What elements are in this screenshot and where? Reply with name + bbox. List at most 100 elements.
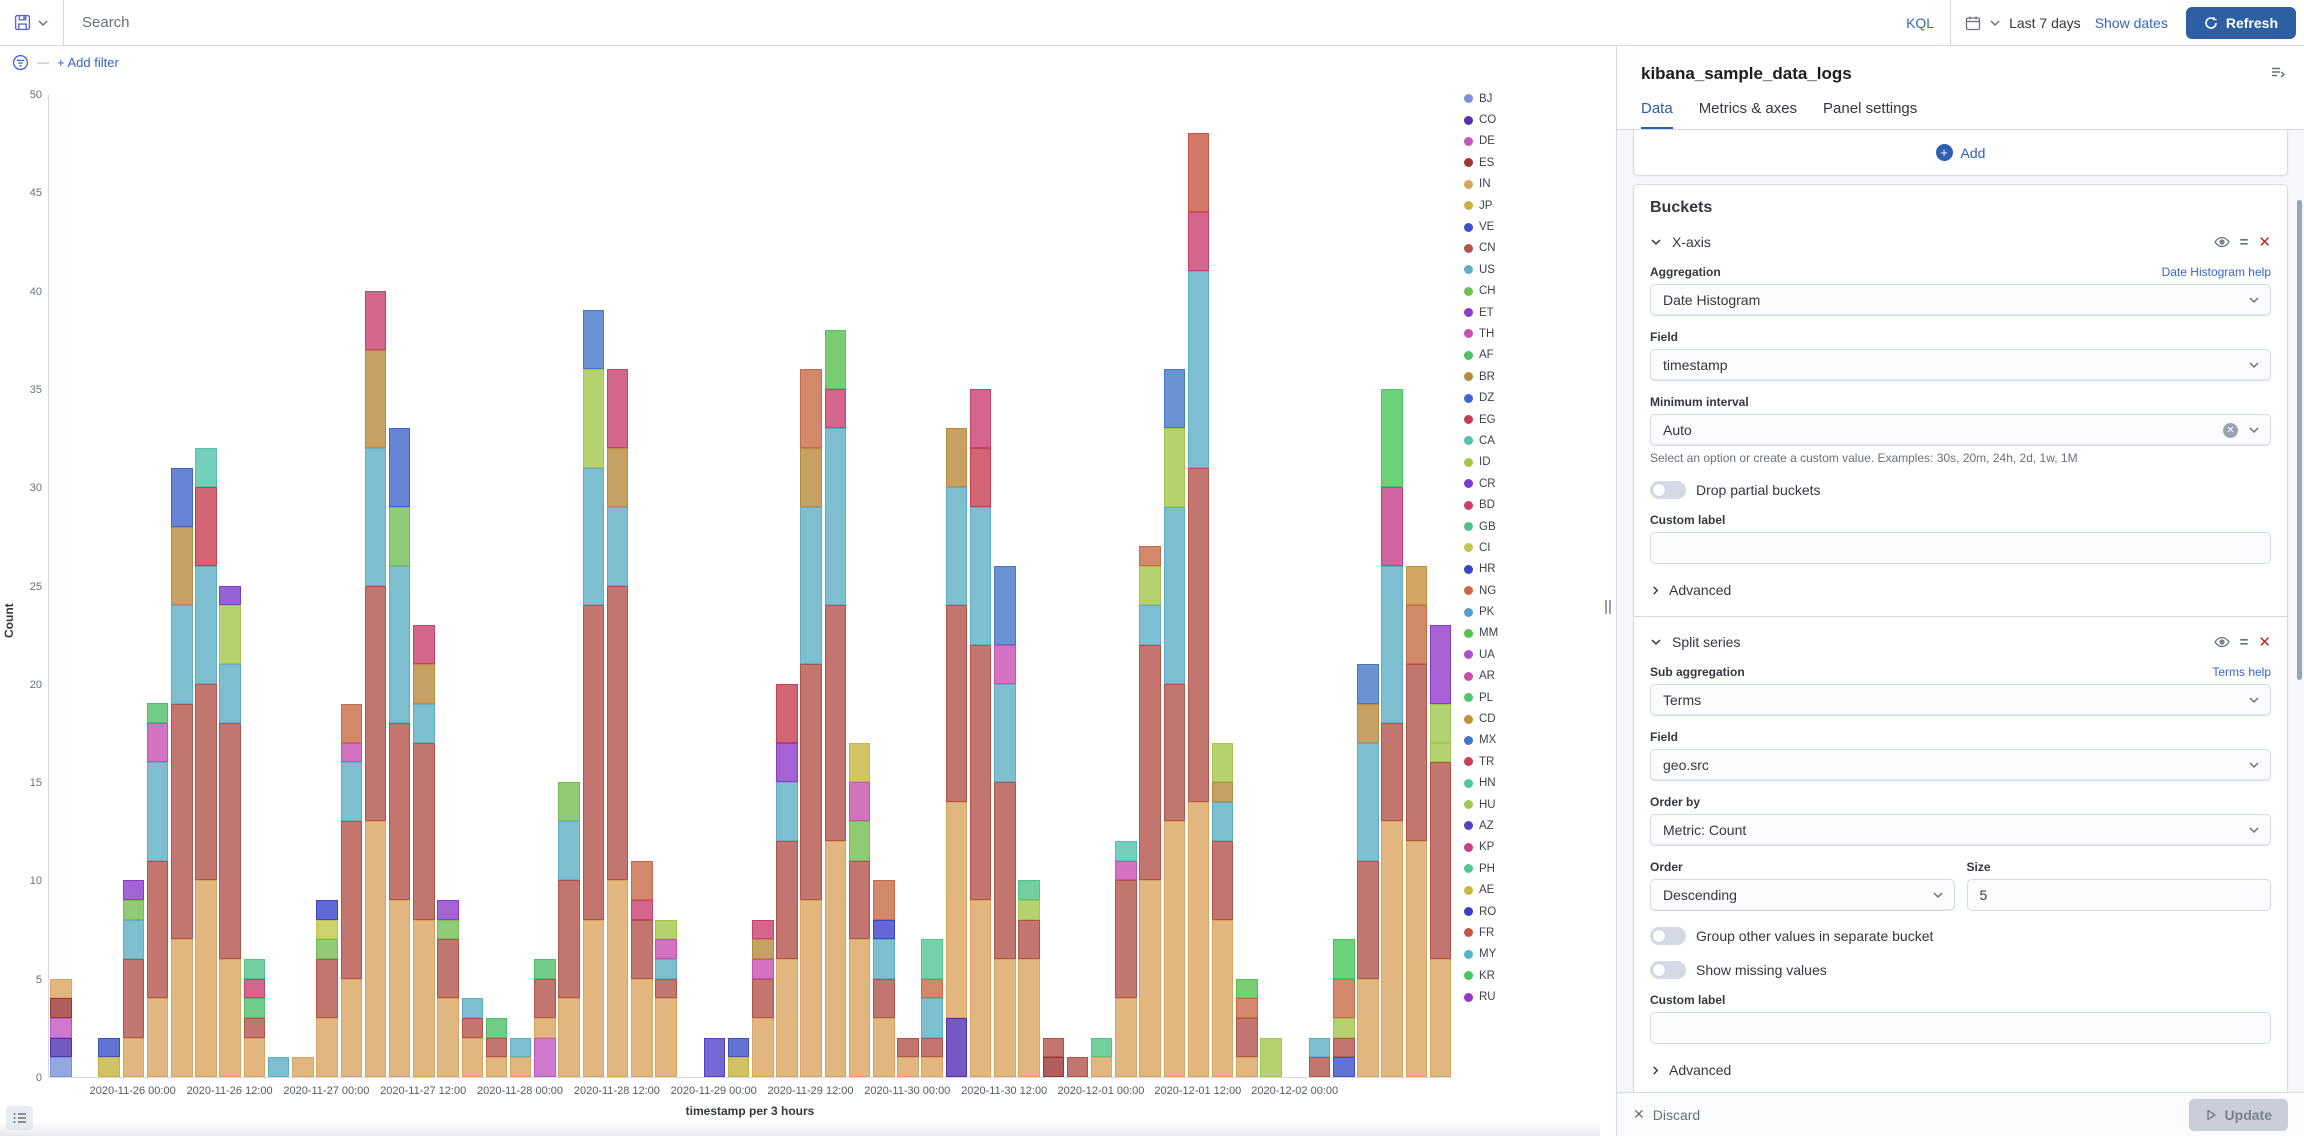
bar-segment-ES[interactable] bbox=[1043, 1057, 1065, 1077]
legend-item-UA[interactable]: UA bbox=[1464, 644, 1498, 665]
bar-segment-US[interactable] bbox=[123, 920, 145, 959]
bar-segment-US[interactable] bbox=[147, 762, 169, 860]
bar-segment-KP[interactable] bbox=[1381, 487, 1403, 566]
bar-segment-IN[interactable] bbox=[123, 1038, 145, 1077]
bar-segment-CN[interactable] bbox=[849, 861, 871, 940]
bar-segment-IN[interactable] bbox=[800, 900, 822, 1077]
legend-item-MX[interactable]: MX bbox=[1464, 730, 1498, 751]
bar-segment-IN[interactable] bbox=[849, 939, 871, 1077]
field-select[interactable]: timestamp bbox=[1650, 349, 2271, 381]
legend-item-RO[interactable]: RO bbox=[1464, 901, 1498, 922]
legend-item-PL[interactable]: PL bbox=[1464, 687, 1498, 708]
bar-segment-NG[interactable] bbox=[341, 704, 363, 743]
bar-segment-CA[interactable] bbox=[195, 448, 217, 487]
bar-segment-CH[interactable] bbox=[437, 920, 459, 940]
time-range-value[interactable]: Last 7 days bbox=[2009, 15, 2081, 31]
bar-segment-VE[interactable] bbox=[1333, 1057, 1355, 1077]
bar-segment-BD[interactable] bbox=[1188, 212, 1210, 271]
discard-button[interactable]: ✕ Discard bbox=[1633, 1106, 1700, 1123]
bar-segment-CN[interactable] bbox=[800, 664, 822, 900]
bar-segment-CN[interactable] bbox=[341, 821, 363, 978]
legend-item-GB[interactable]: GB bbox=[1464, 516, 1498, 537]
bar-segment-CO[interactable] bbox=[946, 1018, 968, 1077]
bar-segment-AE[interactable] bbox=[849, 743, 871, 782]
legend-item-KP[interactable]: KP bbox=[1464, 837, 1498, 858]
bar-segment-CN[interactable] bbox=[825, 605, 847, 841]
bar-segment-IN[interactable] bbox=[873, 1018, 895, 1077]
bar-segment-IN[interactable] bbox=[1018, 959, 1040, 1077]
bar-segment-CN[interactable] bbox=[1164, 684, 1186, 822]
refresh-button[interactable]: Refresh bbox=[2186, 7, 2296, 39]
bar-segment-DE[interactable] bbox=[534, 1038, 556, 1077]
bar-segment-US[interactable] bbox=[1164, 507, 1186, 684]
bar-segment-ET[interactable] bbox=[437, 900, 459, 920]
bar-segment-IN[interactable] bbox=[462, 1038, 484, 1077]
add-metric-button[interactable]: + Add bbox=[1936, 144, 1986, 161]
bar-segment-JP[interactable] bbox=[728, 1057, 750, 1077]
bar-segment-IN[interactable] bbox=[776, 959, 798, 1077]
bar-segment-IN[interactable] bbox=[244, 1038, 266, 1077]
bar-segment-CN[interactable] bbox=[437, 939, 459, 998]
legend-item-BD[interactable]: BD bbox=[1464, 494, 1498, 515]
bar-segment-US[interactable] bbox=[195, 566, 217, 684]
bar-segment-CN[interactable] bbox=[316, 959, 338, 1018]
add-filter-button[interactable]: + Add filter bbox=[57, 55, 119, 70]
bar-segment-IN[interactable] bbox=[631, 979, 653, 1077]
bar-segment-CN[interactable] bbox=[486, 1038, 508, 1058]
bar-segment-AF[interactable] bbox=[244, 998, 266, 1018]
bar-segment-CD[interactable] bbox=[1406, 566, 1428, 605]
bar-segment-CN[interactable] bbox=[655, 979, 677, 999]
bar-segment-MM[interactable] bbox=[825, 330, 847, 389]
bar-segment-US[interactable] bbox=[1381, 566, 1403, 723]
bar-segment-IN[interactable] bbox=[389, 900, 411, 1077]
bar-segment-TH[interactable] bbox=[994, 645, 1016, 684]
legend-item-HN[interactable]: HN bbox=[1464, 773, 1498, 794]
bar-segment-CN[interactable] bbox=[1139, 645, 1161, 881]
show-dates-button[interactable]: Show dates bbox=[2095, 15, 2168, 31]
bar-segment-EG[interactable] bbox=[970, 448, 992, 507]
bar-segment-US[interactable] bbox=[219, 664, 241, 723]
x-axis-accordion-header[interactable]: X-axis = ✕ bbox=[1650, 233, 2271, 251]
bar-segment-IN[interactable] bbox=[219, 959, 241, 1077]
bar-segment-IN[interactable] bbox=[292, 1057, 314, 1077]
bar-segment-IN[interactable] bbox=[825, 841, 847, 1077]
bar-segment-US[interactable] bbox=[341, 762, 363, 821]
bar-segment-US[interactable] bbox=[1309, 1038, 1331, 1058]
bar-segment-IN[interactable] bbox=[413, 920, 435, 1077]
bar-segment-ID[interactable] bbox=[1212, 743, 1234, 782]
bar-segment-GB[interactable] bbox=[1018, 880, 1040, 900]
bar-segment-IN[interactable] bbox=[607, 880, 629, 1077]
bar-segment-PH[interactable] bbox=[921, 939, 943, 978]
bar-segment-CN[interactable] bbox=[1357, 861, 1379, 979]
bar-segment-CR[interactable] bbox=[219, 586, 241, 606]
custom-label-input[interactable] bbox=[1650, 1012, 2271, 1044]
bar-segment-CN[interactable] bbox=[607, 586, 629, 881]
bar-segment-CN[interactable] bbox=[873, 979, 895, 1018]
legend-item-DZ[interactable]: DZ bbox=[1464, 387, 1498, 408]
bar-segment-FR[interactable] bbox=[1188, 133, 1210, 212]
bar-segment-BD[interactable] bbox=[607, 369, 629, 448]
bar-segment-CO[interactable] bbox=[50, 1038, 72, 1058]
group-other-values-toggle[interactable]: Group other values in separate bucket bbox=[1650, 927, 2271, 945]
bar-segment-IN[interactable] bbox=[558, 998, 580, 1077]
bar-segment-NG[interactable] bbox=[873, 880, 895, 919]
saved-query-menu[interactable] bbox=[0, 0, 64, 45]
remove-bucket-icon[interactable]: ✕ bbox=[2258, 633, 2271, 651]
legend-item-ET[interactable]: ET bbox=[1464, 302, 1498, 323]
bar-segment-IN[interactable] bbox=[1357, 979, 1379, 1077]
bar-segment-VE[interactable] bbox=[728, 1038, 750, 1058]
bar-segment-CN[interactable] bbox=[1188, 468, 1210, 802]
update-button[interactable]: Update bbox=[2189, 1099, 2288, 1131]
bar-segment-IN[interactable] bbox=[1188, 802, 1210, 1077]
custom-label-input[interactable] bbox=[1650, 532, 2271, 564]
order-by-select[interactable]: Metric: Count bbox=[1650, 814, 2271, 846]
bar-segment-EG[interactable] bbox=[776, 684, 798, 743]
bar-segment-ID[interactable] bbox=[1260, 1038, 1282, 1077]
bar-segment-US[interactable] bbox=[583, 468, 605, 606]
legend-item-AZ[interactable]: AZ bbox=[1464, 815, 1498, 836]
tab-data[interactable]: Data bbox=[1641, 100, 1673, 129]
bar-segment-IN[interactable] bbox=[946, 802, 968, 1018]
bar-segment-IN[interactable] bbox=[655, 998, 677, 1077]
bar-segment-CN[interactable] bbox=[994, 782, 1016, 959]
sub-aggregation-select[interactable]: Terms bbox=[1650, 684, 2271, 716]
